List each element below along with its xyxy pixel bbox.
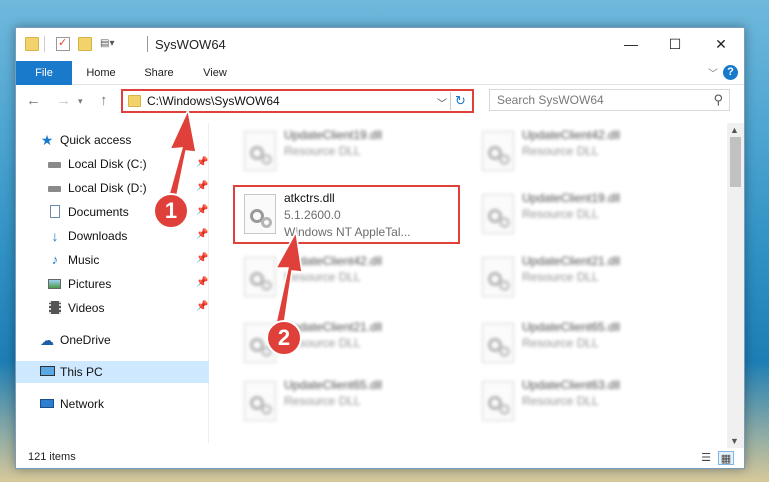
arrow-1 [167,107,197,201]
step-marker-2: 2 [266,320,302,356]
annotation-arrows [167,107,303,326]
arrow-2 [274,229,303,326]
step-marker-1: 1 [153,193,189,229]
